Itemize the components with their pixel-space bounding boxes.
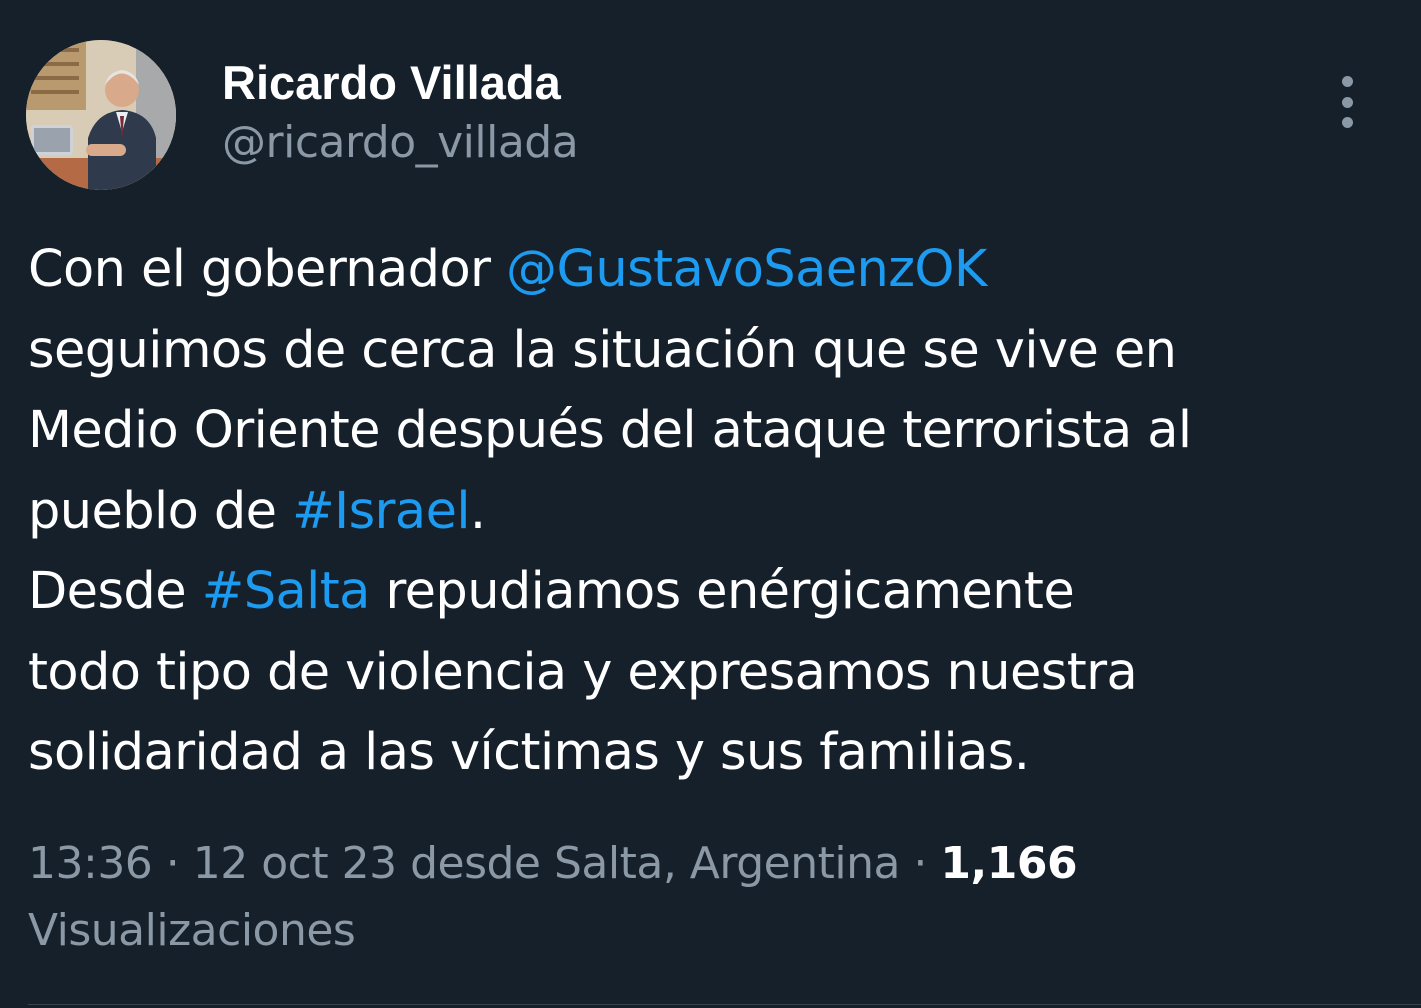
tweet-text-segment: Desde: [28, 562, 202, 621]
tweet-date[interactable]: 12 oct 23: [193, 838, 397, 889]
tweet-line: Medio Oriente después del ataque terrori…: [28, 401, 1192, 460]
tweet-text: Con el gobernador @GustavoSaenzOK seguim…: [28, 230, 1398, 794]
meta-line: 13:36 · 12 oct 23 desde Salta, Argentina…: [28, 830, 1398, 897]
tweet-detail: Ricardo Villada @ricardo_villada Con el …: [0, 0, 1421, 1008]
profile-photo-icon: [26, 40, 176, 190]
tweet-line: solidaridad a las víctimas y sus familia…: [28, 723, 1030, 782]
tweet-line: todo tipo de violencia y expresamos nues…: [28, 642, 1138, 702]
meta-separator: ·: [899, 838, 941, 889]
hashtag-link-salta[interactable]: #Salta: [202, 562, 371, 621]
more-options-button[interactable]: [1330, 76, 1364, 128]
views-label[interactable]: Visualizaciones: [28, 897, 1398, 964]
tweet-line: seguimos de cerca la situación que se vi…: [28, 320, 1177, 380]
more-vertical-icon-dot: [1341, 117, 1353, 128]
tweet-metadata: 13:36 · 12 oct 23 desde Salta, Argentina…: [28, 830, 1398, 964]
meta-separator: ·: [152, 838, 193, 889]
tweet-text-segment: pueblo de: [28, 481, 292, 541]
mention-link[interactable]: @GustavoSaenzOK: [506, 240, 987, 299]
tweet-line: Desde #Salta repudiamos enérgicamente: [28, 552, 1398, 633]
hashtag-link-israel[interactable]: #Israel: [292, 482, 471, 541]
views-count[interactable]: 1,166: [940, 838, 1077, 889]
avatar[interactable]: [26, 40, 176, 190]
tweet-time[interactable]: 13:36: [28, 838, 153, 889]
more-vertical-icon-dot: [1341, 96, 1353, 108]
divider: [28, 1004, 1421, 1005]
author-handle[interactable]: @ricardo_villada: [222, 117, 579, 168]
tweet-text-segment: Con el gobernador: [28, 240, 507, 299]
tweet-line: Con el gobernador @GustavoSaenzOK: [28, 230, 1398, 311]
author-name[interactable]: Ricardo Villada: [222, 55, 561, 110]
tweet-text-segment: .: [469, 481, 486, 541]
tweet-text-segment: repudiamos enérgicamente: [369, 562, 1075, 621]
tweet-line: pueblo de #Israel.: [28, 472, 1398, 553]
more-vertical-icon: [1341, 76, 1353, 87]
tweet-source: desde Salta, Argentina: [396, 838, 900, 889]
